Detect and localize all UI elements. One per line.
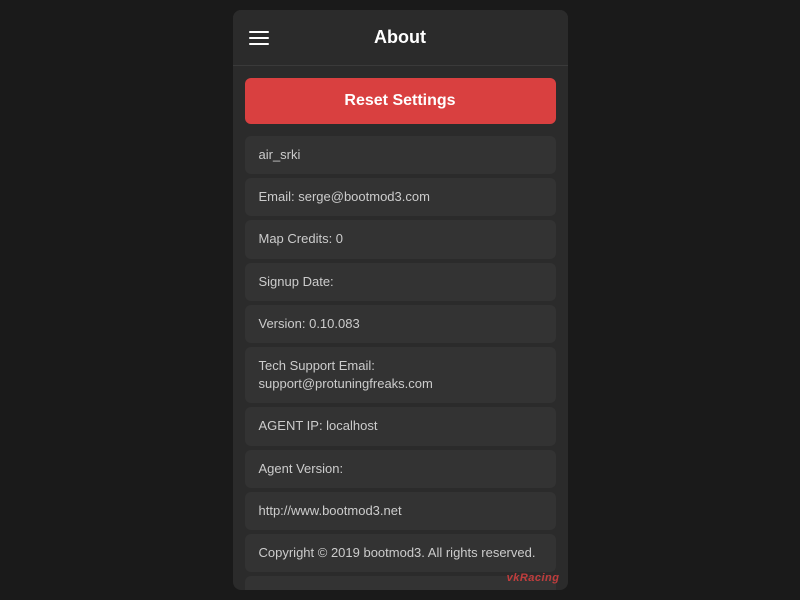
info-row-copyright: Copyright © 2019 bootmod3. All rights re… xyxy=(245,534,556,572)
hamburger-menu-icon[interactable] xyxy=(249,31,269,45)
info-row-signup-date: Signup Date: xyxy=(245,263,556,301)
info-row-username: air_srki xyxy=(245,136,556,174)
phone-container: About Reset Settings air_srki Email: ser… xyxy=(233,10,568,590)
info-row-agent-version: Agent Version: xyxy=(245,450,556,488)
info-row-map-credits: Map Credits: 0 xyxy=(245,220,556,258)
watermark: vkRacing xyxy=(507,572,560,584)
info-row-agent-ip: AGENT IP: localhost xyxy=(245,407,556,445)
reset-settings-button[interactable]: Reset Settings xyxy=(245,78,556,124)
info-row-version: Version: 0.10.083 xyxy=(245,305,556,343)
info-row-website: http://www.bootmod3.net xyxy=(245,492,556,530)
info-row-email: Email: serge@bootmod3.com xyxy=(245,178,556,216)
content-area: Reset Settings air_srki Email: serge@boo… xyxy=(233,66,568,590)
info-row-tech-support: Tech Support Email: support@protuningfre… xyxy=(245,347,556,403)
header: About xyxy=(233,10,568,66)
page-title: About xyxy=(374,27,426,48)
